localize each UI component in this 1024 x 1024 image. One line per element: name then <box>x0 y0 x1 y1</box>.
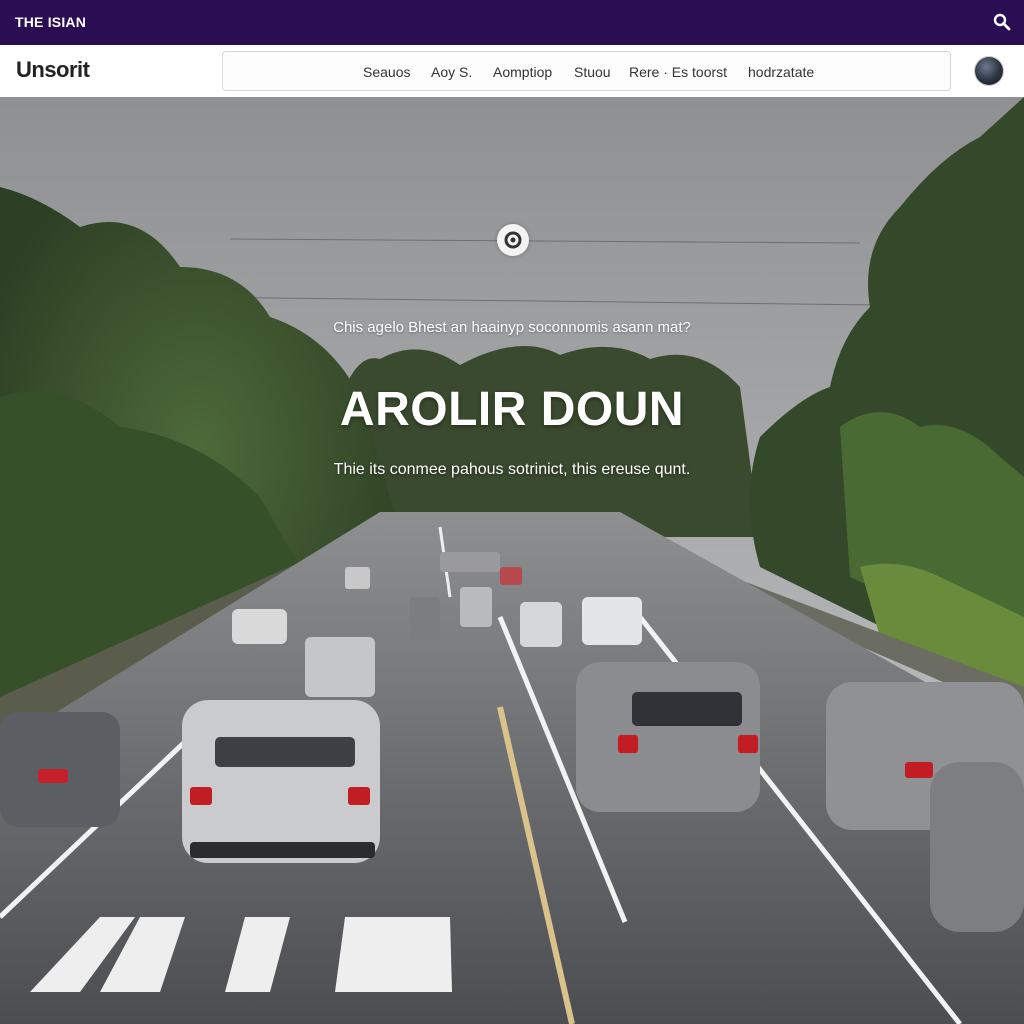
nav-bar: Unsorit Seauos Aoy S. Aomptiop Stuou Rer… <box>0 45 1024 98</box>
location-icon[interactable] <box>497 224 529 256</box>
nav-item-stuou[interactable]: Stuou <box>574 64 611 80</box>
search-icon[interactable] <box>992 12 1012 32</box>
nav-item-rere-es-toorst[interactable]: Rere · Es toorst <box>629 64 727 80</box>
brand-name[interactable]: THE ISIAN <box>15 14 86 30</box>
hero-title: AROLIR DOUN <box>339 383 685 436</box>
hero-subtitle: Thie its conmee pahous sotrinict, this e… <box>333 461 691 478</box>
nav-item-hodrzatate[interactable]: hodrzatate <box>748 64 814 80</box>
site-logo[interactable]: Unsorit <box>16 57 90 83</box>
nav-item-aomptiop[interactable]: Aomptiop <box>493 64 552 80</box>
globe-icon[interactable] <box>975 57 1003 85</box>
top-bar: THE ISIAN <box>0 0 1024 45</box>
hero-banner: Chis agelo Bhest an haainyp soconnomis a… <box>0 97 1024 1024</box>
nav-item-aoy[interactable]: Aoy S. <box>431 64 472 80</box>
nav-item-seauos[interactable]: Seauos <box>363 64 410 80</box>
nav-menu: Seauos Aoy S. Aomptiop Stuou Rere · Es t… <box>222 51 951 91</box>
hero-pretitle: Chis agelo Bhest an haainyp soconnomis a… <box>333 319 691 336</box>
